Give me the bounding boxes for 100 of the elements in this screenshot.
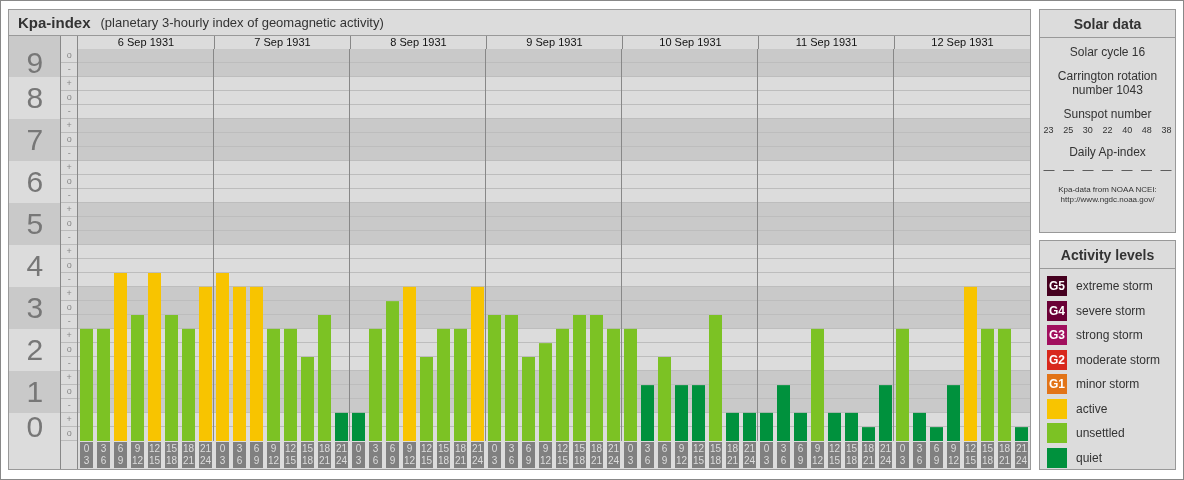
hour-range-label: 6 9 [522,442,535,468]
hour-range-label: 6 9 [386,442,399,468]
hour-range-label: 6 9 [930,442,943,468]
kp-step-mark: + [61,371,77,385]
kp-step-mark: + [61,77,77,91]
hour-range-label: 12 15 [828,442,841,468]
kp-level-label: 7 [9,119,61,161]
hour-range-label: 15 18 [573,442,586,468]
hour-range-label: 3 6 [505,442,518,468]
hour-range-label: 21 24 [335,442,348,468]
hour-range-label: 18 21 [862,442,875,468]
hour-range-label: 3 6 [641,442,654,468]
legend-label: moderate storm [1076,352,1161,367]
kp-step-mark: o [61,301,77,315]
kp-level-label: 3 [9,287,61,329]
legend-label: quiet [1076,450,1103,465]
panel-title: Activity levels [1040,241,1175,269]
hour-range-label: 0 3 [488,442,501,468]
hour-range-label: 15 18 [709,442,722,468]
kp-level-label: 9 [9,36,61,77]
panel-title: Solar data [1040,10,1175,38]
kp-step-mark: - [61,357,77,371]
ap-index-label: Daily Ap-index [1069,145,1146,159]
kp-step-mark: o [61,217,77,231]
sunspot-value: 40 [1122,125,1133,135]
hour-range-label: 15 18 [845,442,858,468]
sunspot-value: 38 [1161,125,1172,135]
kp-step-mark: o [61,343,77,357]
kp-step-mark: o [61,427,77,441]
hour-range-label: 0 3 [352,442,365,468]
hour-range-label: 15 18 [165,442,178,468]
kp-bar [675,385,688,441]
ap-index-value: — [1063,163,1074,175]
kp-bar [845,412,858,441]
kp-step-mark: o [61,133,77,147]
carrington-rotation-text: Carrington rotation number 1043 [1056,69,1159,97]
kp-step-mark: - [61,315,77,329]
hour-range-label: 9 12 [675,442,688,468]
hour-range-label: 21 24 [471,442,484,468]
hour-range-label: 0 3 [624,442,637,468]
kp-step-mark: o [61,385,77,399]
hour-range-label: 15 18 [981,442,994,468]
hour-range-label: 9 12 [811,442,824,468]
hour-range-label: 18 21 [998,442,1011,468]
hour-range-label: 21 24 [607,442,620,468]
hour-range-label: 15 18 [437,442,450,468]
sunspot-value: 30 [1082,125,1093,135]
hour-range-label: 12 15 [692,442,705,468]
kp-bar [879,385,892,441]
hour-range-label: 3 6 [97,442,110,468]
hour-range-label: 12 15 [284,442,297,468]
kp-step-mark: - [61,63,77,77]
hour-range-label: 6 9 [794,442,807,468]
hour-range-label: 9 12 [267,442,280,468]
kp-step-mark: - [61,189,77,203]
kp-step-mark: o [61,91,77,105]
legend-swatch: G2 [1047,349,1067,370]
hour-range-label: 3 6 [913,442,926,468]
hour-range-label: 9 12 [403,442,416,468]
hour-range-label: 3 6 [233,442,246,468]
kp-step-mark: + [61,203,77,217]
hour-range-label: 18 21 [318,442,331,468]
kp-bar [913,412,926,441]
sunspot-value: 48 [1141,125,1152,135]
kp-step-mark: - [61,105,77,119]
sunspot-value: 25 [1063,125,1074,135]
legend-swatch: G5 [1047,276,1067,296]
legend-swatch: G1 [1047,374,1067,394]
ap-index-value: — [1043,163,1055,175]
hour-range-label: 12 15 [556,442,569,468]
ap-index-value: — [1121,163,1133,175]
kp-bar [930,427,943,441]
hour-range-label: 9 12 [947,442,960,468]
kp-bar [743,412,756,441]
hour-range-label: 0 3 [216,442,229,468]
date-label: 6 Sep 1931 [116,36,176,49]
hour-range-label: 3 6 [369,442,382,468]
sunspot-label: Sunspot number [1063,107,1152,121]
kp-bar [641,385,654,441]
hour-range-label: 6 9 [250,442,263,468]
hour-range-label: 3 6 [777,442,790,468]
kp-step-mark: + [61,329,77,343]
legend-label: unsettled [1076,426,1125,440]
kp-step-mark: + [61,287,77,301]
chart-title: Kpa-index [18,14,91,31]
ap-index-value: — [1141,163,1152,175]
source-note: Kpa-data from NOAA NCEI: [1058,185,1157,195]
hour-range-label: 18 21 [726,442,739,468]
kp-bar [862,427,875,441]
hour-range-label: 9 12 [539,442,552,468]
kp-step-mark: - [61,147,77,161]
kp-bar [335,412,348,441]
kp-bar [794,412,807,441]
hour-range-label: 9 12 [131,442,144,468]
kp-bar [777,385,790,441]
sunspot-value: 22 [1102,125,1113,135]
kp-step-mark: - [61,273,77,287]
legend-label: severe storm [1076,303,1146,318]
kp-bar [692,385,705,441]
hour-range-label: 21 24 [1015,442,1028,468]
